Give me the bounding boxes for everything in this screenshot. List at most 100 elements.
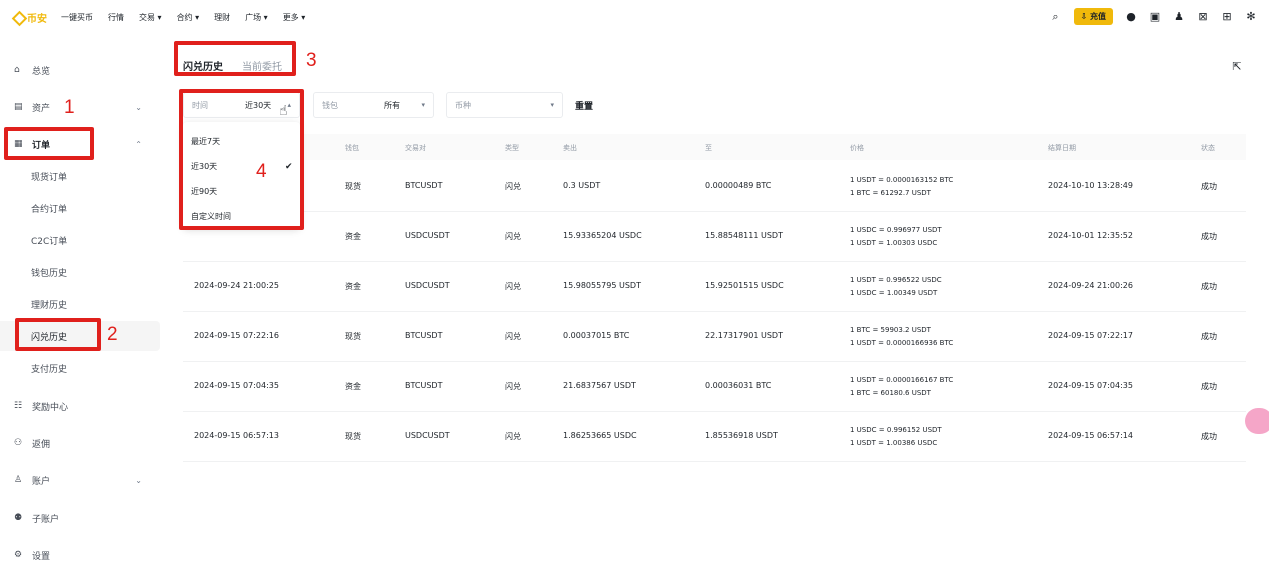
cell-date: 2024-09-24 21:00:25 bbox=[194, 281, 279, 290]
chevron-down-icon: ▾ bbox=[550, 101, 554, 109]
cell-status: 成功 bbox=[1201, 182, 1217, 191]
sidebar-item-referral[interactable]: ⚇ 返佣 bbox=[0, 428, 160, 458]
cell-price-line1: 1 USDT = 0.0000166167 BTC bbox=[850, 376, 954, 384]
annotation-box-1 bbox=[4, 127, 94, 160]
annotation-number-2: 2 bbox=[107, 324, 118, 345]
cell-pair: USDCUSDT bbox=[405, 431, 450, 440]
table-row: 2024-09-15 07:04:35 资金 BTCUSDT 闪兑 21.683… bbox=[183, 362, 1246, 412]
cell-price-line2: 1 BTC = 61292.7 USDT bbox=[850, 189, 931, 197]
cell-status: 成功 bbox=[1201, 282, 1217, 291]
settings-gear-icon[interactable]: ✻ bbox=[1245, 10, 1257, 23]
deposit-button[interactable]: ⇩ 充值 bbox=[1073, 8, 1113, 25]
column-header-sell: 卖出 bbox=[563, 144, 577, 152]
coin-filter-label: 币种 bbox=[455, 100, 471, 110]
sidebar-subitem-spot-orders[interactable]: 现货订单 bbox=[0, 161, 160, 191]
sidebar-subitem-pay-history[interactable]: 支付历史 bbox=[0, 353, 160, 383]
nav-item-more[interactable]: 更多 ▾ bbox=[283, 12, 306, 23]
cell-price-line1: 1 USDC = 0.996152 USDT bbox=[850, 426, 942, 434]
cell-to: 22.17317901 USDT bbox=[705, 331, 783, 340]
sidebar-item-rewards[interactable]: ☷ 奖励中心 bbox=[0, 391, 160, 421]
annotation-box-2 bbox=[15, 318, 101, 351]
cell-to: 1.85536918 USDT bbox=[705, 431, 778, 440]
table-row: 2024-09-24 21:00:25 资金 USDCUSDT 闪兑 15.98… bbox=[183, 262, 1246, 312]
sidebar-subitem-futures-orders[interactable]: 合约订单 bbox=[0, 193, 160, 223]
cell-price-line2: 1 USDT = 1.00386 USDC bbox=[850, 439, 938, 447]
annotation-box-4 bbox=[179, 89, 304, 230]
deposit-label: 充值 bbox=[1090, 12, 1106, 21]
cell-pair: BTCUSDT bbox=[405, 381, 443, 390]
cell-settle-date: 2024-09-15 06:57:14 bbox=[1048, 431, 1133, 440]
cell-to: 0.00000489 BTC bbox=[705, 181, 772, 190]
table-header: 钱包 交易对 类型 卖出 至 价格 结算日期 状态 bbox=[183, 134, 1246, 160]
column-header-to: 至 bbox=[705, 144, 712, 152]
table-row: 现货 BTCUSDT 闪兑 0.3 USDT 0.00000489 BTC 1 … bbox=[183, 162, 1246, 212]
sidebar-item-label: 账户 bbox=[32, 476, 51, 487]
referral-icon: ⚇ bbox=[14, 438, 23, 448]
wallet-filter-value: 所有 bbox=[384, 100, 400, 110]
support-chat-icon[interactable] bbox=[1245, 408, 1269, 434]
table-row: 资金 USDCUSDT 闪兑 15.93365204 USDC 15.88548… bbox=[183, 212, 1246, 262]
cell-price-line2: 1 BTC = 60180.6 USDT bbox=[850, 389, 931, 397]
cell-type: 闪兑 bbox=[505, 232, 521, 241]
sidebar-item-label: 奖励中心 bbox=[32, 402, 69, 413]
column-header-type: 类型 bbox=[505, 144, 519, 152]
cell-status: 成功 bbox=[1201, 432, 1217, 441]
sidebar-item-label: 返佣 bbox=[32, 439, 51, 450]
cell-settle-date: 2024-09-15 07:04:35 bbox=[1048, 381, 1133, 390]
cell-sell: 0.3 USDT bbox=[563, 181, 601, 190]
cell-wallet: 现货 bbox=[345, 432, 361, 441]
sidebar-item-overview[interactable]: ⌂ 总览 bbox=[0, 55, 160, 85]
sidebar-item-settings[interactable]: ⚙ 设置 bbox=[0, 540, 160, 570]
annotation-box-3 bbox=[174, 41, 296, 76]
column-header-settle-date: 结算日期 bbox=[1048, 144, 1076, 152]
nav-item-earn[interactable]: 理财 bbox=[214, 12, 230, 23]
sidebar-item-account[interactable]: ♙ 账户 ⌄ bbox=[0, 465, 160, 495]
sidebar-subitem-earn-history[interactable]: 理财历史 bbox=[0, 289, 160, 319]
nav-item-markets[interactable]: 行情 bbox=[108, 12, 124, 23]
language-globe-icon[interactable]: ⊞ bbox=[1221, 10, 1233, 23]
logo[interactable]: 币安 bbox=[12, 10, 47, 25]
annotation-number-4: 4 bbox=[256, 161, 267, 182]
column-header-wallet: 钱包 bbox=[345, 144, 359, 152]
cell-type: 闪兑 bbox=[505, 332, 521, 341]
cell-price-line1: 1 BTC = 59903.2 USDT bbox=[850, 326, 931, 334]
cell-price-line2: 1 USDC = 1.00349 USDT bbox=[850, 289, 938, 297]
user-icon[interactable]: ● bbox=[1125, 10, 1137, 23]
cell-settle-date: 2024-09-15 07:22:17 bbox=[1048, 331, 1133, 340]
cell-price-line1: 1 USDT = 0.996522 USDC bbox=[850, 276, 942, 284]
sidebar-subitem-wallet-history[interactable]: 钱包历史 bbox=[0, 257, 160, 287]
sidebar-subitem-c2c-orders[interactable]: C2C订单 bbox=[0, 225, 160, 255]
column-header-pair: 交易对 bbox=[405, 144, 426, 152]
external-link-icon[interactable]: ⇱ bbox=[1227, 56, 1247, 76]
nav-item-futures[interactable]: 合约 ▾ bbox=[177, 12, 200, 23]
cell-wallet: 资金 bbox=[345, 232, 361, 241]
sidebar-item-label: 资产 bbox=[32, 103, 51, 114]
cell-status: 成功 bbox=[1201, 232, 1217, 241]
cell-settle-date: 2024-10-10 13:28:49 bbox=[1048, 181, 1133, 190]
cell-sell: 15.93365204 USDC bbox=[563, 231, 642, 240]
nav-item-buy-crypto[interactable]: 一键买币 bbox=[61, 12, 93, 23]
cell-sell: 21.6837567 USDT bbox=[563, 381, 636, 390]
reset-button[interactable]: 重置 bbox=[575, 99, 593, 112]
cell-type: 闪兑 bbox=[505, 432, 521, 441]
cell-wallet: 现货 bbox=[345, 182, 361, 191]
coin-filter-select[interactable]: 币种 ▾ bbox=[446, 92, 563, 118]
wallet-filter-select[interactable]: 钱包 所有 ▾ bbox=[313, 92, 434, 118]
annotation-number-1: 1 bbox=[64, 97, 75, 118]
cell-price-line2: 1 USDT = 0.0000166936 BTC bbox=[850, 339, 954, 347]
search-icon[interactable]: ⌕ bbox=[1050, 10, 1062, 23]
cell-sell: 0.00037015 BTC bbox=[563, 331, 630, 340]
logo-text: 币安 bbox=[27, 13, 47, 25]
settings-icon: ⚙ bbox=[14, 550, 23, 560]
wallet-icon[interactable]: ▣ bbox=[1149, 10, 1161, 23]
nav-item-square[interactable]: 广场 ▾ bbox=[245, 12, 268, 23]
sidebar-item-assets[interactable]: ▤ 资产 ⌄ bbox=[0, 92, 160, 122]
nav-item-trade[interactable]: 交易 ▾ bbox=[139, 12, 162, 23]
notification-bell-icon[interactable]: ♟ bbox=[1173, 10, 1185, 23]
sidebar-item-label: 总览 bbox=[32, 66, 51, 77]
download-icon[interactable]: ⊠ bbox=[1197, 10, 1209, 23]
top-nav: 币安 一键买币 行情 交易 ▾ 合约 ▾ 理财 广场 ▾ 更多 ▾ ⌕ ⇩ 充值… bbox=[0, 0, 1269, 34]
cell-status: 成功 bbox=[1201, 332, 1217, 341]
sidebar-item-sub-account[interactable]: ⚉ 子账户 bbox=[0, 503, 160, 533]
cell-wallet: 现货 bbox=[345, 332, 361, 341]
